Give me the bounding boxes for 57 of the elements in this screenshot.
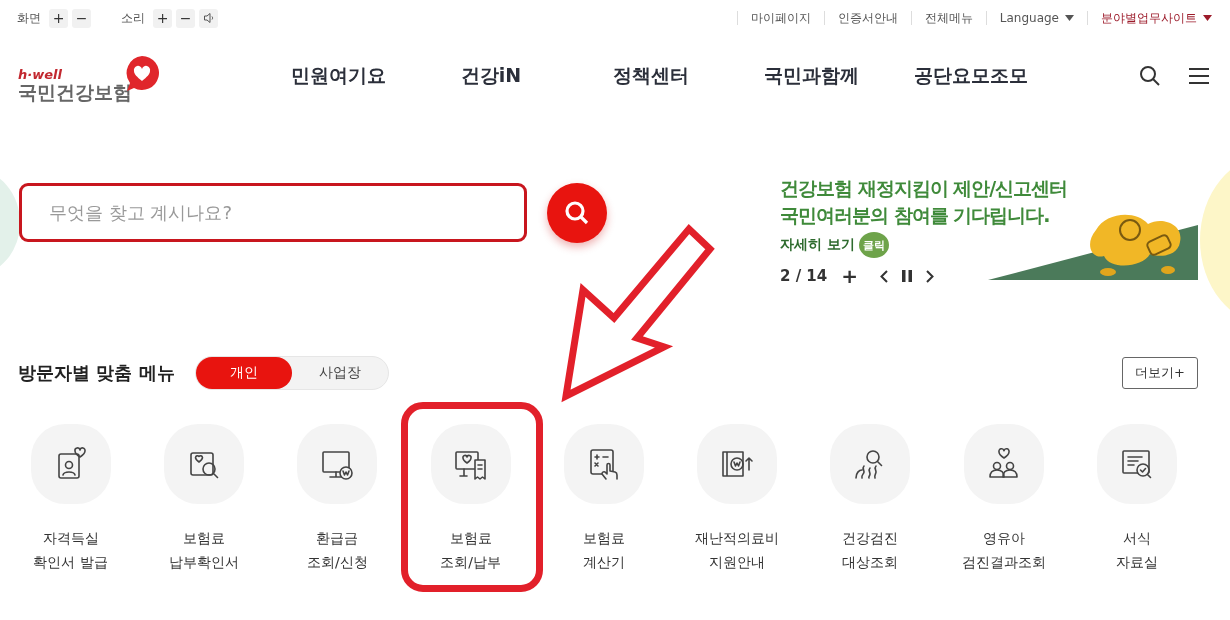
menu-icon-tile[interactable] (297, 424, 378, 504)
nav-item[interactable]: 공단요모조모 (891, 63, 1051, 89)
visitor-tab[interactable]: 개인 (195, 357, 292, 389)
utility-link[interactable]: 분야별업무사이트 (1101, 9, 1212, 27)
search-icon[interactable] (1139, 65, 1161, 87)
zoom-out-button[interactable]: − (72, 8, 91, 28)
screen-size-label: 화면 (17, 9, 41, 27)
menu-label[interactable]: 보험료 계산기 (582, 526, 625, 574)
volume-down-button[interactable]: − (176, 8, 195, 28)
utility-link[interactable]: 전체메뉴 (924, 9, 973, 27)
menu-icon-tile[interactable] (430, 424, 511, 504)
menu-label[interactable]: 영유아 검진결과조회 (961, 526, 1046, 574)
utility-link[interactable]: 인증서안내 (837, 9, 898, 27)
visitor-tab[interactable]: 사업장 (291, 357, 388, 389)
caret-icon (1065, 15, 1074, 21)
more-button[interactable]: 더보기+ (1122, 357, 1198, 389)
utility-link[interactable]: 마이페이지 (750, 9, 811, 27)
search-button[interactable] (547, 183, 607, 243)
banner-headline: 건강보험 재정지킴이 제안/신고센터 (780, 176, 1068, 201)
menu-label[interactable]: 건강검진 대상조회 (842, 526, 899, 574)
menu-icon[interactable] (1189, 68, 1209, 84)
sound-label: 소리 (121, 9, 145, 27)
search-field[interactable]: 무엇을 찾고 계시나요? (19, 183, 527, 242)
speaker-button[interactable] (199, 8, 218, 28)
next-icon[interactable] (926, 269, 934, 283)
banner-link[interactable]: 자세히 보기 (780, 236, 855, 255)
nav-item[interactable]: 건강iN (411, 63, 571, 89)
section-title: 방문자별 맞춤 메뉴 (18, 361, 175, 385)
search-icon (563, 199, 591, 227)
nav-item[interactable]: 정책센터 (571, 63, 731, 89)
previous-icon[interactable] (880, 269, 888, 283)
nav-item[interactable]: 민원여기요 (291, 63, 411, 89)
menu-label[interactable]: 재난적의료비 지원안내 (695, 526, 780, 574)
menu-label[interactable]: 서식 자료실 (1116, 526, 1158, 574)
logo[interactable]: h·well 국민건강보험 (18, 48, 163, 104)
menu-label[interactable]: 보험료 조회/납부 (440, 526, 501, 574)
click-badge: 클릭 (858, 232, 889, 259)
nav-item[interactable]: 국민과함께 (731, 63, 891, 89)
menu-icon-tile[interactable] (1097, 424, 1177, 504)
menu-label[interactable]: 자격득실 확인서 발급 (33, 526, 108, 574)
menu-icon-tile[interactable] (30, 424, 111, 504)
pause-icon[interactable] (902, 270, 912, 283)
menu-icon-tile[interactable] (697, 424, 778, 504)
menu-icon-tile[interactable] (963, 424, 1044, 504)
banner-headline: 국민여러분의 참여를 기다립니다. (780, 202, 1051, 228)
speaker-icon (202, 12, 215, 24)
menu-icon-tile[interactable] (563, 424, 644, 504)
menu-icon-tile[interactable] (830, 424, 911, 504)
slide-counter: 2 / 14 (780, 267, 828, 286)
menu-label[interactable]: 환급금 조회/신청 (306, 526, 368, 574)
add-button[interactable]: + (841, 264, 858, 289)
volume-up-button[interactable]: + (153, 8, 172, 28)
utility-link[interactable]: Language (999, 11, 1074, 25)
menu-icon-tile[interactable] (163, 424, 244, 504)
caret-icon (1203, 15, 1212, 21)
zoom-in-button[interactable]: + (49, 8, 68, 28)
menu-label[interactable]: 보험료 납부확인서 (168, 526, 239, 574)
